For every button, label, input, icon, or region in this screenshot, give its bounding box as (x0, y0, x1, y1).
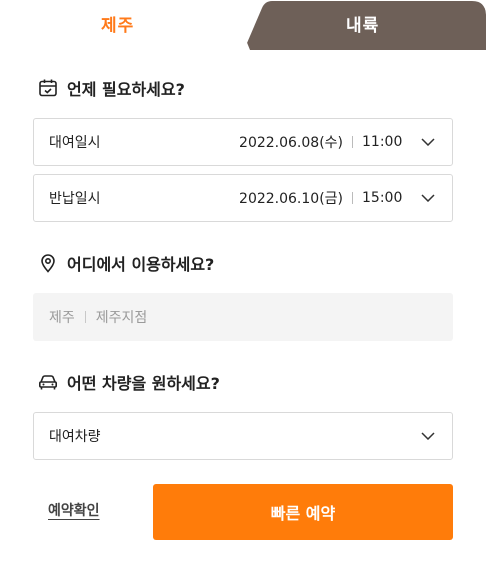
quick-reservation-button[interactable]: 빠른 예약 (153, 484, 453, 540)
chevron-down-icon[interactable] (404, 194, 452, 202)
chevron-down-icon[interactable] (404, 432, 452, 440)
return-datetime-field[interactable]: 반납일시 2022.06.10(금) 15:00 (33, 174, 453, 222)
section-where-title: 어디에서 이용하세요? (38, 251, 214, 275)
vehicle-select[interactable]: 대여차량 (33, 412, 453, 460)
return-label: 반납일시 (49, 191, 101, 207)
return-date: 2022.06.10(금) (239, 191, 343, 207)
section-when-label: 언제 필요하세요? (67, 80, 185, 99)
section-where-label: 어디에서 이용하세요? (67, 255, 215, 274)
reservation-card: 제주 내륙 언제 필요하세요? 대여일시 2022.06.08(수) 11:00… (0, 0, 486, 574)
location-divider (84, 311, 86, 323)
region-tabs: 제주 내륙 (0, 0, 486, 50)
car-icon (38, 375, 57, 390)
section-vehicle-title: 어떤 차량을 원하세요? (38, 370, 220, 394)
return-divider (352, 192, 353, 204)
vehicle-select-value: 대여차량 (49, 429, 101, 445)
calendar-icon (39, 79, 57, 97)
section-vehicle-label: 어떤 차량을 원하세요? (67, 374, 220, 393)
rental-label: 대여일시 (49, 135, 101, 151)
section-when-title: 언제 필요하세요? (38, 76, 185, 100)
tab-jeju[interactable]: 제주 (101, 11, 134, 36)
reservation-confirm-link[interactable]: 예약확인 (48, 500, 100, 520)
rental-datetime-field[interactable]: 대여일시 2022.06.08(수) 11:00 (33, 118, 453, 166)
location-region: 제주 (49, 310, 75, 326)
rental-date: 2022.06.08(수) (239, 135, 343, 151)
chevron-down-icon[interactable] (404, 138, 452, 146)
rental-time: 11:00 (362, 134, 403, 150)
tab-shapes (0, 1, 486, 50)
return-time: 15:00 (362, 190, 403, 206)
location-field[interactable]: 제주 제주지점 (33, 293, 453, 341)
rental-divider (352, 136, 353, 148)
location-branch: 제주지점 (95, 310, 148, 326)
location-pin-icon (41, 254, 55, 273)
tab-inland[interactable]: 내륙 (346, 11, 379, 36)
